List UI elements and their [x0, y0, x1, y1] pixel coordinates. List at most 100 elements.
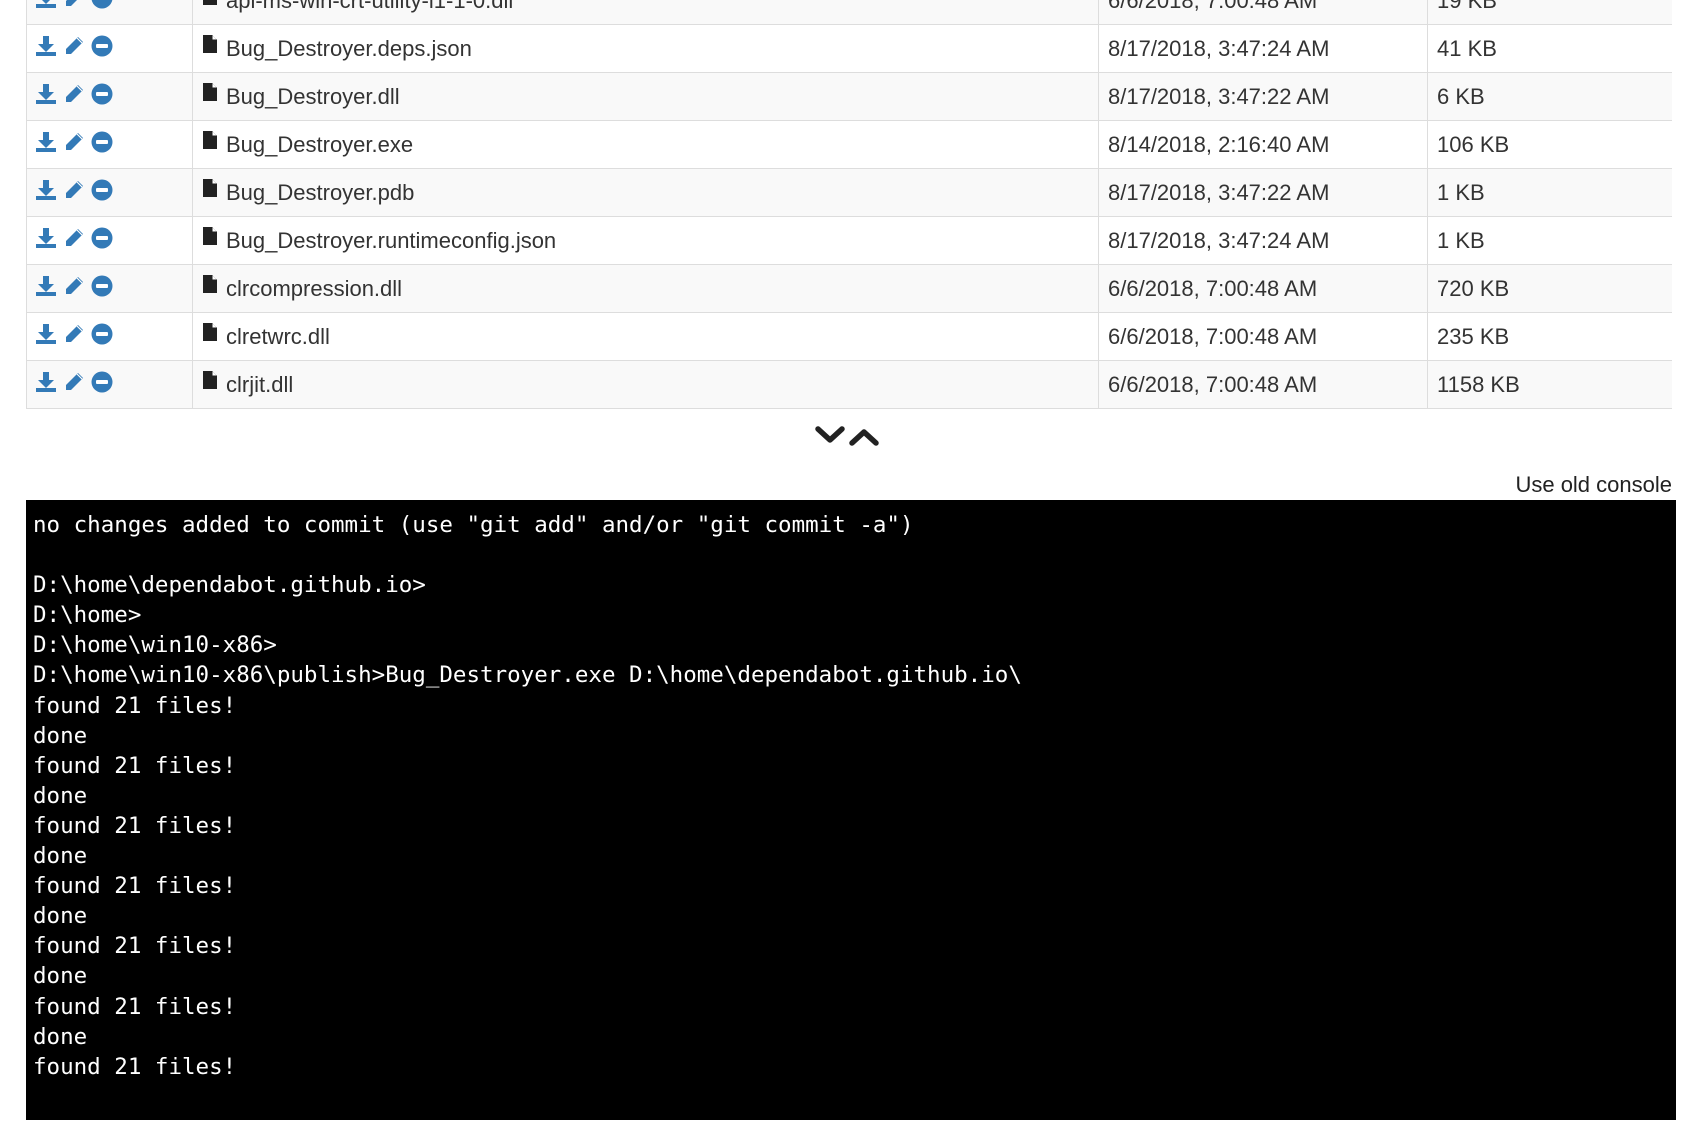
file-row: api-ms-win-crt-utility-l1-1-0.dll 6/6/201…	[26, 0, 1672, 25]
console-line: found 21 files!	[33, 993, 237, 1020]
download-icon[interactable]	[35, 35, 57, 63]
file-name[interactable]: clretwrc.dll	[226, 324, 330, 349]
console-line: found 21 files!	[33, 1053, 237, 1080]
download-icon[interactable]	[35, 83, 57, 111]
file-modified: 6/6/2018, 7:00:48 AM	[1098, 264, 1428, 313]
download-icon[interactable]	[35, 179, 57, 207]
console-line: done	[33, 722, 88, 749]
file-name-cell[interactable]: Bug_Destroyer.exe	[192, 120, 1099, 169]
file-list: api-ms-win-crt-utility-l1-1-0.dll 6/6/201…	[26, 0, 1672, 432]
row-actions	[26, 360, 193, 409]
file-name-cell[interactable]: Bug_Destroyer.runtimeconfig.json	[192, 216, 1099, 265]
file-name-cell[interactable]: clrcompression.dll	[192, 264, 1099, 313]
file-name-cell[interactable]: Bug_Destroyer.dll	[192, 72, 1099, 121]
minus-circle-icon[interactable]	[91, 275, 113, 303]
pencil-icon[interactable]	[63, 35, 85, 63]
console-line: no changes added to commit (use "git add…	[33, 512, 914, 538]
file-size: 1158 KB	[1427, 360, 1672, 409]
pencil-icon[interactable]	[63, 179, 85, 207]
file-row: Bug_Destroyer.runtimeconfig.json 8/17/201…	[26, 216, 1672, 265]
console-line: done	[33, 1023, 88, 1050]
file-size: 41 KB	[1427, 24, 1672, 73]
pencil-icon[interactable]	[63, 227, 85, 255]
file-row: clrjit.dll 6/6/2018, 7:00:48 AM 1158 KB	[26, 360, 1672, 409]
pencil-icon[interactable]	[63, 323, 85, 351]
download-icon[interactable]	[35, 371, 57, 399]
row-actions	[26, 168, 193, 217]
minus-circle-icon[interactable]	[91, 323, 113, 351]
file-name-cell[interactable]: clrjit.dll	[192, 360, 1099, 409]
minus-circle-icon[interactable]	[91, 131, 113, 159]
minus-circle-icon[interactable]	[91, 83, 113, 111]
use-old-console-link[interactable]: Use old console	[1515, 472, 1672, 498]
file-size: 1 KB	[1427, 168, 1672, 217]
pencil-icon[interactable]	[63, 275, 85, 303]
file-name[interactable]: clrcompression.dll	[226, 276, 402, 301]
file-size: 106 KB	[1427, 120, 1672, 169]
console-line: D:\home\win10-x86\publish>Bug_Destroyer.…	[33, 662, 1022, 689]
console-line: found 21 files!	[33, 873, 237, 900]
file-size: 720 KB	[1427, 264, 1672, 313]
pencil-icon[interactable]	[63, 371, 85, 399]
file-name-cell[interactable]: clretwrc.dll	[192, 312, 1099, 361]
file-size: 1 KB	[1427, 216, 1672, 265]
file-name-cell[interactable]: Bug_Destroyer.deps.json	[192, 24, 1099, 73]
pencil-icon[interactable]	[63, 131, 85, 159]
file-icon	[202, 0, 218, 12]
console-line: D:\home>	[33, 602, 142, 629]
file-modified: 8/17/2018, 3:47:22 AM	[1098, 72, 1428, 121]
file-icon	[202, 274, 218, 300]
file-icon	[202, 82, 218, 108]
minus-circle-icon[interactable]	[91, 371, 113, 399]
console-line: done	[33, 843, 88, 870]
minus-circle-icon[interactable]	[91, 0, 113, 15]
file-row: Bug_Destroyer.dll 8/17/2018, 3:47:22 AM 6 …	[26, 72, 1672, 121]
console-line: done	[33, 963, 88, 990]
console-output[interactable]: no changes added to commit (use "git add…	[26, 500, 1676, 1120]
chevron-up-icon[interactable]	[849, 425, 880, 447]
pencil-icon[interactable]	[63, 83, 85, 111]
file-row: Bug_Destroyer.deps.json 8/17/2018, 3:47:2…	[26, 24, 1672, 73]
file-name[interactable]: Bug_Destroyer.deps.json	[226, 36, 472, 61]
file-modified: 6/6/2018, 7:00:48 AM	[1098, 312, 1428, 361]
download-icon[interactable]	[35, 323, 57, 351]
chevron-down-icon[interactable]	[815, 425, 845, 447]
file-name-cell[interactable]: api-ms-win-crt-utility-l1-1-0.dll	[192, 0, 1099, 25]
file-modified: 8/17/2018, 3:47:22 AM	[1098, 168, 1428, 217]
resize-arrows	[815, 425, 885, 449]
download-icon[interactable]	[35, 131, 57, 159]
console-line: found 21 files!	[33, 752, 237, 779]
file-row: clretwrc.dll 6/6/2018, 7:00:48 AM 235 KB	[26, 312, 1672, 361]
file-modified: 8/17/2018, 3:47:24 AM	[1098, 24, 1428, 73]
download-icon[interactable]	[35, 275, 57, 303]
file-name[interactable]: Bug_Destroyer.pdb	[226, 180, 414, 205]
console-line: D:\home\dependabot.github.io>	[33, 572, 426, 599]
console-line: found 21 files!	[33, 933, 237, 960]
file-size: 235 KB	[1427, 312, 1672, 361]
file-modified: 8/14/2018, 2:16:40 AM	[1098, 120, 1428, 169]
minus-circle-icon[interactable]	[91, 35, 113, 63]
file-name[interactable]: Bug_Destroyer.dll	[226, 84, 400, 109]
file-icon	[202, 322, 218, 348]
file-row: clrcompression.dll 6/6/2018, 7:00:48 AM 72…	[26, 264, 1672, 313]
file-name[interactable]: api-ms-win-crt-utility-l1-1-0.dll	[226, 0, 513, 13]
file-size: 19 KB	[1427, 0, 1672, 25]
file-modified: 6/6/2018, 7:00:48 AM	[1098, 360, 1428, 409]
file-table: api-ms-win-crt-utility-l1-1-0.dll 6/6/201…	[26, 0, 1672, 409]
minus-circle-icon[interactable]	[91, 227, 113, 255]
file-icon	[202, 34, 218, 60]
pencil-icon[interactable]	[63, 0, 85, 15]
console-line: done	[33, 782, 88, 809]
download-icon[interactable]	[35, 227, 57, 255]
file-name[interactable]: Bug_Destroyer.runtimeconfig.json	[226, 228, 556, 253]
console-line: found 21 files!	[33, 692, 237, 719]
file-name[interactable]: clrjit.dll	[226, 372, 293, 397]
minus-circle-icon[interactable]	[91, 179, 113, 207]
download-icon[interactable]	[35, 0, 57, 15]
file-icon	[202, 130, 218, 156]
file-name-cell[interactable]: Bug_Destroyer.pdb	[192, 168, 1099, 217]
console-line: done	[33, 903, 88, 930]
file-icon	[202, 370, 218, 396]
file-name[interactable]: Bug_Destroyer.exe	[226, 132, 413, 157]
